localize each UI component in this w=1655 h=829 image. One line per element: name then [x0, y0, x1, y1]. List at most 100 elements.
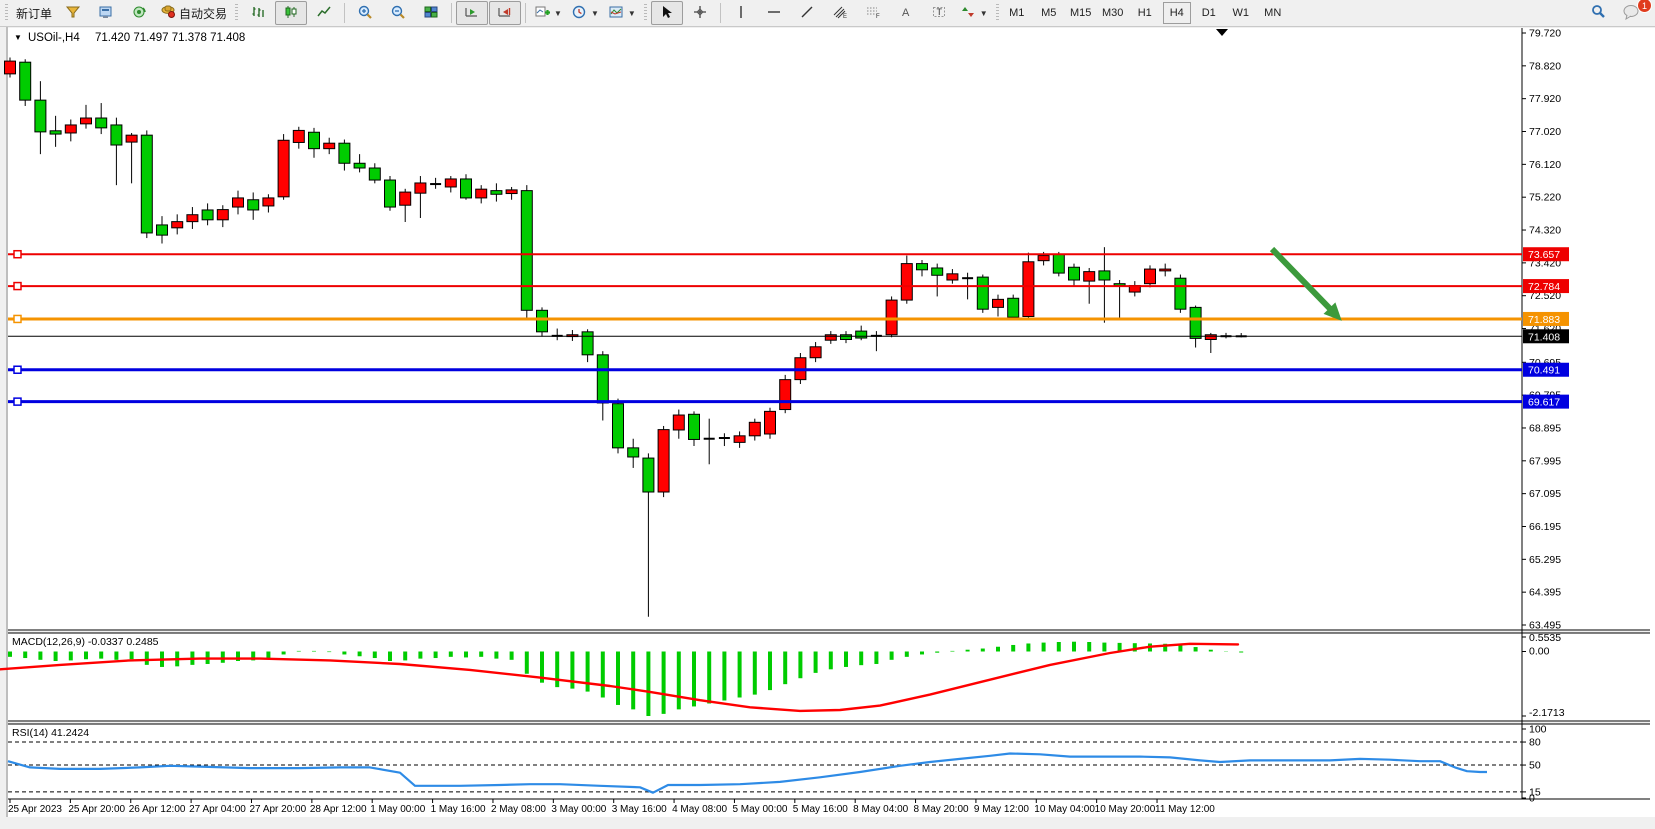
line-chart-button[interactable]	[308, 1, 340, 25]
autotrade-label: 自动交易	[179, 5, 227, 22]
line-anchor-handle[interactable]	[14, 283, 21, 290]
market-watch-button[interactable]	[90, 1, 122, 25]
period-clock-button[interactable]: ▼	[567, 1, 603, 25]
notification-badge: 1	[1637, 0, 1652, 13]
price-tick-label: 75.220	[1529, 192, 1561, 204]
chart-area[interactable]: 79.72078.82077.92077.02076.12075.22074.3…	[0, 27, 1655, 829]
candle	[1069, 267, 1080, 280]
toolbar-grip[interactable]	[995, 4, 1000, 22]
bar-chart-button[interactable]	[242, 1, 274, 25]
svg-text:T: T	[936, 7, 942, 17]
dropdown-caret-icon: ▼	[554, 9, 562, 18]
text-button[interactable]: A	[890, 1, 922, 25]
candle	[628, 448, 639, 457]
autotrade-button[interactable]: 自动交易	[156, 1, 231, 25]
add-indicator-button[interactable]: ▼	[530, 1, 566, 25]
add-indicator-icon	[534, 4, 550, 23]
candle	[339, 143, 350, 163]
time-label: 1 May 16:00	[431, 804, 486, 815]
candle	[1008, 298, 1019, 317]
candle	[278, 140, 289, 197]
candle	[415, 183, 426, 193]
candle	[111, 125, 122, 145]
zoom-in-button[interactable]	[349, 1, 381, 25]
new-order-icon-button[interactable]	[57, 1, 89, 25]
new-order-button[interactable]: 新订单	[12, 1, 56, 25]
template-button[interactable]: ▼	[604, 1, 640, 25]
candle	[1053, 254, 1064, 273]
horizontal-line-button[interactable]	[758, 1, 790, 25]
market-watch-icon	[98, 4, 114, 23]
timeframe-h1[interactable]: H1	[1131, 2, 1159, 24]
time-label: 11 May 12:00	[1155, 804, 1215, 815]
rsi-label: RSI(14) 41.2424	[12, 727, 89, 739]
timeframe-d1[interactable]: D1	[1195, 2, 1223, 24]
price-tick-label: 63.495	[1529, 620, 1561, 632]
candle	[20, 62, 31, 100]
toolbar-grip[interactable]	[234, 4, 239, 22]
search-button[interactable]	[1582, 1, 1614, 25]
auto-scroll-button[interactable]	[456, 1, 488, 25]
cursor-button[interactable]	[651, 1, 683, 25]
chart-shift-button[interactable]	[489, 1, 521, 25]
candle	[96, 118, 107, 128]
macd-axis-label: 0.00	[1529, 646, 1550, 658]
arrows-button[interactable]: ▼	[956, 1, 992, 25]
time-label: 5 May 16:00	[793, 804, 848, 815]
trendline-icon	[799, 4, 815, 23]
timeframe-m5[interactable]: M5	[1035, 2, 1063, 24]
chart-shift-icon	[497, 4, 513, 23]
tile-windows-button[interactable]	[415, 1, 447, 25]
candle	[187, 215, 198, 222]
toolbar-grip[interactable]	[643, 4, 648, 22]
timeframe-h4[interactable]: H4	[1163, 2, 1191, 24]
zoom-out-button[interactable]	[382, 1, 414, 25]
vertical-line-button[interactable]	[725, 1, 757, 25]
candle	[309, 132, 320, 148]
toolbar-grip[interactable]	[4, 4, 9, 22]
line-anchor-handle[interactable]	[14, 251, 21, 258]
candle	[917, 264, 928, 270]
timeframe-m15[interactable]: M15	[1067, 2, 1095, 24]
dropdown-caret-icon: ▼	[628, 9, 636, 18]
line-anchor-handle[interactable]	[14, 315, 21, 322]
candle	[932, 268, 943, 275]
price-tick-label: 77.920	[1529, 93, 1561, 105]
candle	[537, 310, 548, 332]
candle	[1175, 278, 1186, 309]
line-anchor-handle[interactable]	[14, 366, 21, 373]
candle	[81, 118, 92, 124]
navigator-button[interactable]	[123, 1, 155, 25]
candlestick-icon	[283, 4, 299, 23]
candle	[810, 347, 821, 358]
chart-canvas[interactable]: 79.72078.82077.92077.02076.12075.22074.3…	[0, 27, 1655, 829]
chart-title-symbol: USOil-,H4	[28, 32, 80, 44]
time-label: 8 May 20:00	[914, 804, 969, 815]
candle	[582, 332, 593, 355]
line-anchor-handle[interactable]	[14, 398, 21, 405]
price-line-badge-label: 71.883	[1528, 314, 1560, 326]
trendline-button[interactable]	[791, 1, 823, 25]
candle	[157, 225, 168, 235]
timeframe-mn[interactable]: MN	[1259, 2, 1287, 24]
price-line-badge-label: 73.657	[1528, 249, 1560, 261]
time-label: 25 Apr 20:00	[68, 804, 125, 815]
candle	[1160, 269, 1171, 271]
time-label: 27 Apr 20:00	[249, 804, 306, 815]
crosshair-button[interactable]	[684, 1, 716, 25]
price-tick-label: 79.720	[1529, 28, 1561, 40]
notifications-button[interactable]: 1	[1615, 1, 1647, 25]
candlestick-button[interactable]	[275, 1, 307, 25]
macd-axis-label: -2.1713	[1529, 707, 1565, 719]
timeframe-w1[interactable]: W1	[1227, 2, 1255, 24]
timeframe-m30[interactable]: M30	[1099, 2, 1127, 24]
chart-collapse-icon[interactable]: ▼	[14, 33, 22, 42]
candle	[597, 355, 608, 403]
label-button[interactable]: T	[923, 1, 955, 25]
fibonacci-button[interactable]: F	[857, 1, 889, 25]
candle	[993, 299, 1004, 307]
candle	[1084, 272, 1095, 281]
channel-button[interactable]: E	[824, 1, 856, 25]
timeframe-m1[interactable]: M1	[1003, 2, 1031, 24]
candle	[476, 189, 487, 198]
